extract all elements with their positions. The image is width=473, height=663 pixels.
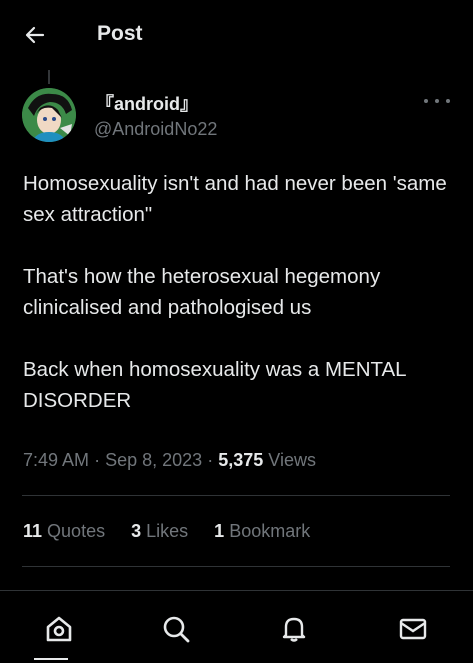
bookmarks-label: Bookmark: [229, 521, 311, 541]
quotes-count: 11: [23, 521, 43, 541]
likes-stat[interactable]: 3 Likes: [131, 521, 188, 542]
nav-search[interactable]: [158, 611, 194, 647]
author-handle[interactable]: @AndroidNo22: [94, 119, 217, 140]
avatar-image: [22, 88, 76, 142]
more-dot: [446, 99, 450, 103]
more-dot: [424, 99, 428, 103]
active-tab-indicator: [34, 658, 68, 660]
search-icon: [163, 616, 190, 643]
tweet-meta: 7:49 AM · Sep 8, 2023 · 5,375 Views: [23, 450, 316, 471]
nav-messages[interactable]: [395, 611, 431, 647]
bookmarks-stat[interactable]: 1 Bookmark: [214, 521, 310, 542]
quotes-label: Quotes: [47, 521, 106, 541]
tweet-time[interactable]: 7:49 AM: [23, 450, 89, 470]
tweet-text: Homosexuality isn't and had never been '…: [23, 168, 463, 416]
nav-home[interactable]: [41, 611, 77, 647]
divider: [22, 495, 450, 496]
back-button[interactable]: [20, 20, 50, 50]
thread-connector: [48, 70, 50, 84]
tweet-stats: 11 Quotes 3 Likes 1 Bookmark: [23, 521, 310, 542]
bookmarks-count: 1: [214, 521, 225, 541]
arrow-left-icon: [25, 26, 45, 44]
tweet-paragraph: Homosexuality isn't and had never been '…: [23, 172, 447, 226]
tweet-paragraph: Back when homosexuality was a MENTAL DIS…: [23, 358, 406, 412]
page-title: Post: [97, 22, 143, 45]
likes-count: 3: [131, 521, 142, 541]
divider: [22, 566, 450, 567]
quotes-stat[interactable]: 11 Quotes: [23, 521, 105, 542]
bell-icon: [282, 617, 306, 642]
bottom-navigation: [0, 590, 473, 663]
avatar[interactable]: [22, 88, 76, 142]
tweet-date[interactable]: Sep 8, 2023: [105, 450, 202, 470]
views-label: Views: [268, 450, 316, 470]
meta-separator: ·: [94, 450, 101, 470]
views-count[interactable]: 5,375: [218, 450, 263, 470]
author-display-name[interactable]: 『android』: [96, 90, 198, 116]
envelope-icon: [399, 618, 427, 640]
home-icon: [46, 616, 72, 642]
more-options-button[interactable]: [424, 92, 450, 110]
nav-notifications[interactable]: [276, 611, 312, 647]
more-dot: [435, 99, 439, 103]
tweet-paragraph: That's how the heterosexual hegemony cli…: [23, 265, 381, 319]
top-bar: Post: [0, 0, 473, 70]
likes-label: Likes: [146, 521, 189, 541]
meta-separator: ·: [207, 450, 214, 470]
